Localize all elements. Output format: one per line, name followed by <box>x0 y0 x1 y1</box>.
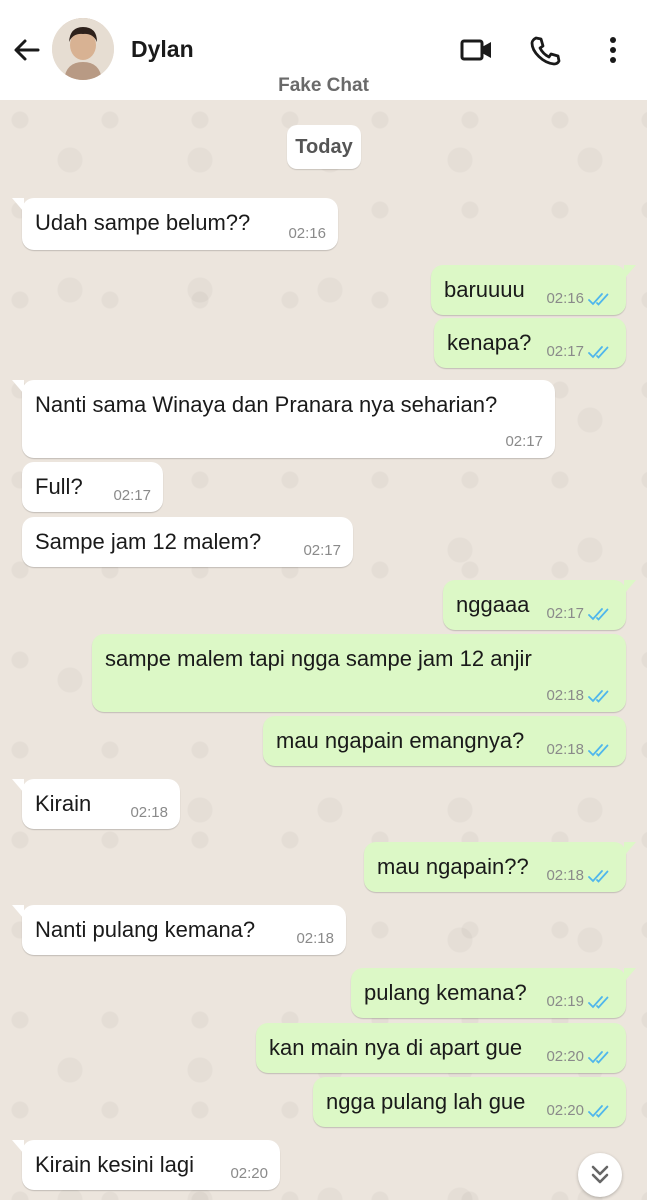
read-receipt-icon <box>588 1049 614 1065</box>
message-time: 02:18 <box>546 741 584 758</box>
message-meta: 02:18 <box>130 804 168 821</box>
message-text: Udah sampe belum?? <box>35 210 251 235</box>
message-text: Full? <box>35 474 83 499</box>
message-time: 02:20 <box>230 1165 268 1182</box>
message-time: 02:17 <box>546 343 584 360</box>
read-receipt-icon <box>588 742 614 758</box>
message-time: 02:17 <box>546 605 584 622</box>
message-time: 02:16 <box>288 225 326 242</box>
message-text: mau ngapain emangnya? <box>276 728 525 753</box>
incoming-message[interactable]: Sampe jam 12 malem? 02:17 <box>22 517 353 567</box>
message-text: Sampe jam 12 malem? <box>35 529 262 554</box>
message-meta: 02:17 <box>505 433 543 450</box>
message-meta: 02:20 <box>546 1048 614 1065</box>
outgoing-message[interactable]: baruuuu 02:16 <box>431 265 636 315</box>
outgoing-message[interactable]: kenapa? 02:17 <box>434 318 626 368</box>
chat-header: Dylan Fake Chat <box>0 0 647 100</box>
message-text: mau ngapain?? <box>377 854 529 879</box>
read-receipt-icon <box>588 344 614 360</box>
more-options-icon[interactable] <box>598 34 628 66</box>
message-text: ngga pulang lah gue <box>326 1089 526 1114</box>
message-time: 02:18 <box>296 930 334 947</box>
date-separator: Today <box>287 125 361 169</box>
read-receipt-icon <box>588 291 614 307</box>
incoming-message[interactable]: Nanti pulang kemana? 02:18 <box>12 905 346 955</box>
message-time: 02:17 <box>505 433 543 450</box>
message-time: 02:17 <box>303 542 341 559</box>
read-receipt-icon <box>588 606 614 622</box>
message-meta: 02:16 <box>546 290 614 307</box>
outgoing-message[interactable]: pulang kemana? 02:19 <box>351 968 636 1018</box>
read-receipt-icon <box>588 688 614 704</box>
read-receipt-icon <box>588 994 614 1010</box>
chat-subtitle: Fake Chat <box>278 75 369 96</box>
read-receipt-icon <box>588 1103 614 1119</box>
message-meta: 02:17 <box>546 343 614 360</box>
message-text: baruuuu <box>444 277 525 302</box>
message-text: Nanti sama Winaya dan Pranara nya sehari… <box>35 392 498 417</box>
message-time: 02:18 <box>546 687 584 704</box>
incoming-message[interactable]: Kirain kesini lagi 02:20 <box>12 1140 280 1190</box>
outgoing-message[interactable]: mau ngapain?? 02:18 <box>364 842 636 892</box>
message-text: sampe malem tapi ngga sampe jam 12 anjir <box>105 646 532 671</box>
message-time: 02:17 <box>113 487 151 504</box>
message-meta: 02:18 <box>546 741 614 758</box>
message-meta: 02:18 <box>296 930 334 947</box>
message-meta: 02:19 <box>546 993 614 1010</box>
message-meta: 02:16 <box>288 225 326 242</box>
message-meta: 02:20 <box>546 1102 614 1119</box>
video-call-icon[interactable] <box>460 34 494 66</box>
incoming-message[interactable]: Kirain 02:18 <box>12 779 180 829</box>
message-meta: 02:17 <box>303 542 341 559</box>
incoming-message[interactable]: Nanti sama Winaya dan Pranara nya sehari… <box>12 380 555 458</box>
message-time: 02:18 <box>130 804 168 821</box>
incoming-message[interactable]: Full? 02:17 <box>22 462 163 512</box>
outgoing-message[interactable]: ngga pulang lah gue 02:20 <box>313 1077 626 1127</box>
read-receipt-icon <box>588 868 614 884</box>
message-text: Kirain <box>35 791 92 816</box>
message-meta: 02:17 <box>546 605 614 622</box>
message-meta: 02:18 <box>546 687 614 704</box>
incoming-message[interactable]: Udah sampe belum?? 02:16 <box>12 198 338 250</box>
outgoing-message[interactable]: kan main nya di apart gue 02:20 <box>256 1023 626 1073</box>
message-meta: 02:20 <box>230 1165 268 1182</box>
message-meta: 02:17 <box>113 487 151 504</box>
message-text: Nanti pulang kemana? <box>35 917 256 942</box>
message-text: pulang kemana? <box>364 980 527 1005</box>
message-text: kenapa? <box>447 330 532 355</box>
contact-name[interactable]: Dylan <box>131 36 194 63</box>
message-text: nggaaa <box>456 592 530 617</box>
avatar[interactable] <box>52 18 114 80</box>
message-time: 02:20 <box>546 1048 584 1065</box>
scroll-to-bottom-icon[interactable] <box>578 1153 622 1197</box>
message-time: 02:20 <box>546 1102 584 1119</box>
message-meta: 02:18 <box>546 867 614 884</box>
back-arrow-icon[interactable] <box>10 34 42 66</box>
message-time: 02:19 <box>546 993 584 1010</box>
outgoing-message[interactable]: sampe malem tapi ngga sampe jam 12 anjir… <box>92 634 626 712</box>
message-text: kan main nya di apart gue <box>269 1035 523 1060</box>
message-time: 02:18 <box>546 867 584 884</box>
message-time: 02:16 <box>546 290 584 307</box>
message-text: Kirain kesini lagi <box>35 1152 194 1177</box>
phone-icon[interactable] <box>528 34 562 66</box>
outgoing-message[interactable]: mau ngapain emangnya? 02:18 <box>263 716 626 766</box>
outgoing-message[interactable]: nggaaa 02:17 <box>443 580 636 630</box>
